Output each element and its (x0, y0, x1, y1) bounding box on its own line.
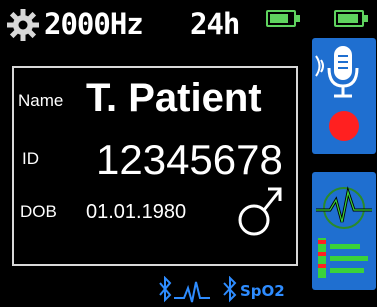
id-label: ID (22, 149, 39, 168)
bluetooth-ecg-icon (159, 276, 210, 303)
recording-duration[interactable]: 24h (190, 6, 240, 42)
ecg-levels-icon (316, 186, 372, 278)
patient-id: 12345678 (96, 136, 283, 183)
dob-label: DOB (20, 202, 57, 221)
sample-rate[interactable]: 2000Hz (44, 6, 144, 42)
patient-dob: 01.01.1980 (86, 201, 187, 223)
battery-icon (266, 10, 300, 27)
bluetooth-icon (223, 276, 237, 303)
patient-name: T. Patient (86, 76, 262, 120)
microphone-record-icon (315, 46, 359, 141)
name-label: Name (18, 91, 64, 110)
settings-gear-icon[interactable] (6, 8, 40, 42)
ecg-button[interactable] (312, 172, 376, 290)
male-symbol-icon (238, 187, 282, 236)
device-battery-icon (334, 10, 368, 27)
spo2-label: SpO2 (240, 282, 285, 300)
record-button[interactable] (312, 38, 376, 154)
